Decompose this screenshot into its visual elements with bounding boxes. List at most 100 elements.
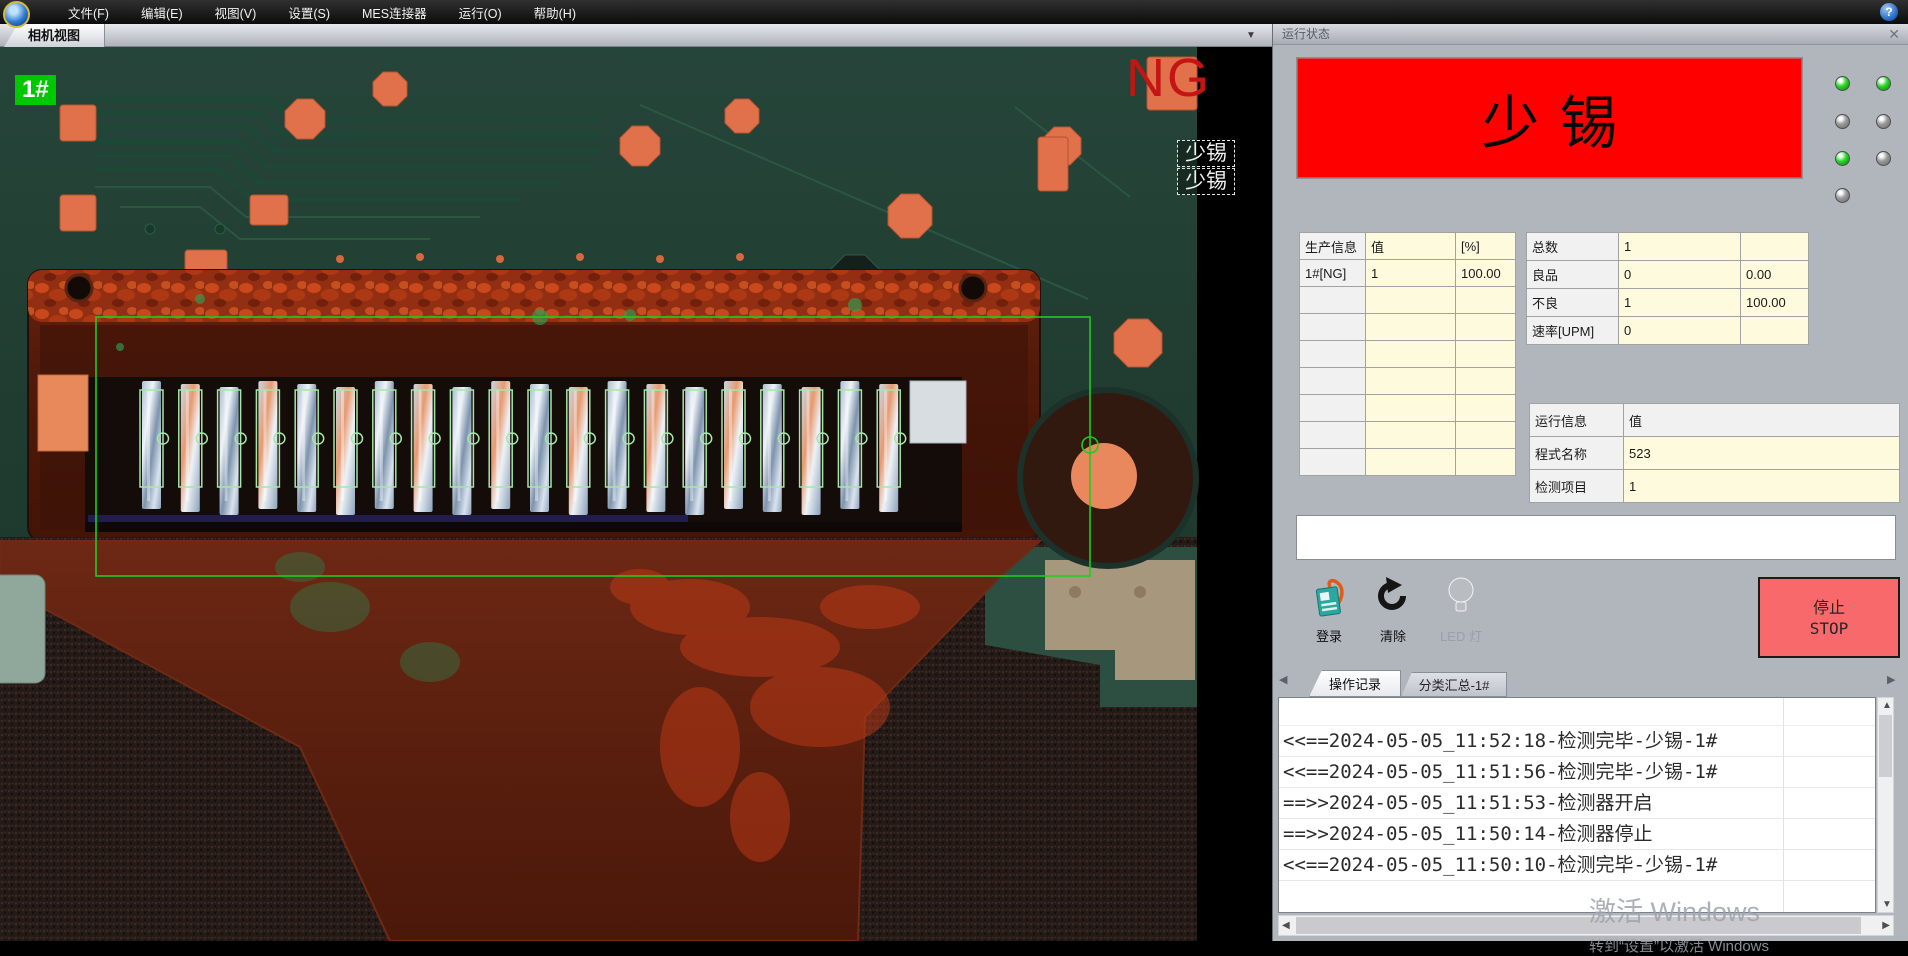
help-button[interactable]: ?	[1880, 3, 1898, 21]
login-button[interactable]: 登录	[1298, 574, 1360, 662]
table-cell	[1366, 395, 1456, 422]
status-light-on	[1835, 76, 1850, 91]
status-light-off	[1835, 114, 1850, 129]
log-entry: <<==2024-05-05_11:50:10-检测完毕-少锡-1#	[1279, 850, 1875, 881]
led-button[interactable]: LED 灯	[1430, 574, 1492, 662]
tab-scroll-left-icon[interactable]: ◀	[1279, 673, 1287, 686]
table-cell: 0	[1619, 317, 1741, 345]
camera-image	[0, 47, 1272, 941]
message-box	[1296, 515, 1896, 560]
hscroll-thumb[interactable]	[1296, 917, 1861, 934]
login-label: 登录	[1298, 626, 1360, 645]
log-vertical-scrollbar[interactable]: ▲ ▼	[1877, 697, 1894, 913]
log-entry: <<==2024-05-05_11:52:18-检测完毕-少锡-1#	[1279, 726, 1875, 757]
led-bulb-icon	[1440, 574, 1482, 618]
table-cell	[1456, 314, 1516, 341]
menu-item-4[interactable]: 设置(S)	[272, 3, 346, 22]
table-cell	[1456, 449, 1516, 476]
table-cell: 1	[1619, 289, 1741, 317]
tab-classification-summary[interactable]: 分类汇总-1#	[1401, 672, 1507, 697]
tab-scroll-right-icon[interactable]: ▶	[1887, 673, 1895, 686]
inspection-result-label: NG	[1126, 47, 1211, 109]
log-horizontal-scrollbar[interactable]: ◀ ▶	[1278, 915, 1894, 936]
table-cell	[1300, 287, 1366, 314]
table-cell	[1366, 449, 1456, 476]
watermark-line2: 转到“设置”以激活 Windows	[1589, 935, 1769, 956]
alarm-text: 少锡	[1461, 76, 1638, 160]
table-cell: 523	[1624, 437, 1900, 470]
statistics-table: 总数1良品00.00不良1100.00速率[UPM]0	[1526, 232, 1809, 345]
stop-label-cn: 停止	[1813, 597, 1845, 618]
table-cell	[1366, 341, 1456, 368]
log-column-divider	[1783, 698, 1784, 912]
scroll-up-icon[interactable]: ▲	[1882, 700, 1892, 711]
table-cell	[1456, 395, 1516, 422]
run-info-table: 运行信息值程式名称523检测项目1	[1529, 403, 1900, 503]
status-light-on	[1876, 76, 1891, 91]
log-entry: ==>>2024-05-05_11:50:14-检测器停止	[1279, 819, 1875, 850]
table-cell: 100.00	[1456, 260, 1516, 287]
view-tab-strip: 相机视图 ▼	[0, 24, 1272, 47]
status-light-off	[1876, 114, 1891, 129]
menu-item-6[interactable]: 运行(O)	[443, 3, 518, 22]
menu-items: 文件(F)编辑(E)视图(V)设置(S)MES连接器运行(O)帮助(H)	[52, 3, 592, 22]
menu-bar: 文件(F)编辑(E)视图(V)设置(S)MES连接器运行(O)帮助(H) ?	[0, 0, 1908, 24]
scroll-right-icon[interactable]: ▶	[1882, 920, 1890, 931]
table-cell	[1456, 287, 1516, 314]
refresh-arrow-icon	[1372, 574, 1414, 618]
tab-operation-log[interactable]: 操作记录	[1309, 670, 1401, 697]
menu-item-5[interactable]: MES连接器	[346, 3, 443, 22]
table-cell	[1300, 314, 1366, 341]
chevron-down-icon[interactable]: ▼	[1246, 30, 1256, 41]
led-label: LED 灯	[1430, 626, 1492, 645]
table-cell: 1	[1624, 470, 1900, 503]
log-tab-strip: ◀ 操作记录 分类汇总-1# ▶	[1273, 665, 1908, 697]
table-cell	[1741, 317, 1809, 345]
vscroll-thumb[interactable]	[1879, 715, 1892, 777]
table-header-cell: 运行信息	[1530, 404, 1624, 437]
close-icon[interactable]: ✕	[1888, 24, 1900, 44]
table-cell: 速率[UPM]	[1527, 317, 1619, 345]
panel-title: 运行状态	[1282, 27, 1330, 41]
table-cell: 检测项目	[1530, 470, 1624, 503]
table-cell	[1366, 422, 1456, 449]
clear-label: 清除	[1362, 626, 1424, 645]
camera-view[interactable]: 1# NG 少锡少锡	[0, 47, 1272, 941]
log-entry: ==>>2024-05-05_11:51:53-检测器开启	[1279, 788, 1875, 819]
table-cell: 0	[1619, 261, 1741, 289]
table-cell	[1456, 368, 1516, 395]
alarm-display: 少锡	[1296, 57, 1803, 179]
stop-label-en: STOP	[1810, 618, 1849, 639]
table-cell	[1366, 314, 1456, 341]
defect-tag-list: 少锡少锡	[1177, 139, 1235, 195]
status-light-on	[1835, 151, 1850, 166]
panel-header: 运行状态 ✕	[1273, 24, 1908, 45]
table-cell	[1366, 368, 1456, 395]
table-cell	[1741, 233, 1809, 261]
menu-item-2[interactable]: 编辑(E)	[125, 3, 199, 22]
run-status-panel: 运行状态 ✕ 少锡 生产信息值[%]1#[NG]1100.00 总数1良品00.…	[1272, 24, 1908, 941]
status-light-off	[1835, 188, 1850, 203]
table-cell	[1300, 341, 1366, 368]
app-logo	[3, 1, 30, 28]
menu-item-1[interactable]: 文件(F)	[52, 3, 125, 22]
scroll-left-icon[interactable]: ◀	[1282, 920, 1290, 931]
table-cell: 100.00	[1741, 289, 1809, 317]
stop-button[interactable]: 停止 STOP	[1758, 577, 1900, 658]
table-header-cell: 值	[1366, 233, 1456, 260]
table-cell: 0.00	[1741, 261, 1809, 289]
table-cell	[1456, 422, 1516, 449]
menu-item-3[interactable]: 视图(V)	[199, 3, 273, 22]
table-header-cell: 值	[1624, 404, 1900, 437]
menu-item-7[interactable]: 帮助(H)	[518, 3, 592, 22]
operation-log-list: <<==2024-05-05_11:52:18-检测完毕-少锡-1#<<==20…	[1278, 697, 1876, 913]
scroll-down-icon[interactable]: ▼	[1882, 899, 1892, 910]
defect-tag: 少锡	[1177, 168, 1235, 195]
table-cell: 总数	[1527, 233, 1619, 261]
table-cell: 1	[1619, 233, 1741, 261]
clear-button[interactable]: 清除	[1362, 574, 1424, 662]
table-cell	[1300, 368, 1366, 395]
log-empty-row	[1279, 698, 1875, 726]
log-entry: <<==2024-05-05_11:51:56-检测完毕-少锡-1#	[1279, 757, 1875, 788]
table-cell: 不良	[1527, 289, 1619, 317]
